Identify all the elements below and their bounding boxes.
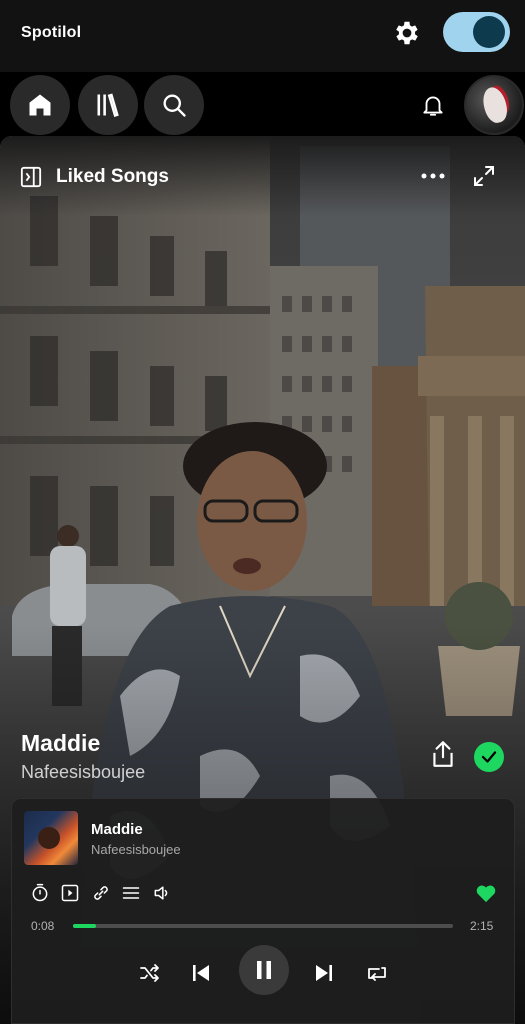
avatar[interactable]	[464, 75, 524, 135]
mini-player-artist: Nafeesisboujee	[91, 842, 181, 857]
mini-player: Maddie Nafeesisboujee 0:08 2:15	[11, 798, 515, 1024]
theme-toggle[interactable]	[443, 12, 510, 52]
sidebar-toggle-icon[interactable]	[20, 166, 42, 188]
playlist-title: Liked Songs	[56, 166, 169, 187]
library-button[interactable]	[78, 75, 138, 135]
progress-fill	[73, 924, 96, 928]
repeat-icon[interactable]	[365, 961, 389, 985]
app-bar: Spotilol	[0, 0, 525, 72]
share-icon[interactable]	[430, 739, 456, 769]
next-icon[interactable]	[312, 961, 336, 985]
toggle-knob	[473, 16, 505, 48]
now-playing-view: Liked Songs Maddie Nafeesisboujee Maddie…	[0, 136, 525, 1024]
track-artist[interactable]: Nafeesisboujee	[21, 762, 145, 783]
gear-icon[interactable]	[392, 18, 422, 48]
heart-icon[interactable]	[475, 883, 497, 903]
video-icon[interactable]	[60, 883, 80, 903]
link-icon[interactable]	[91, 883, 111, 903]
nav-row	[0, 72, 525, 136]
queue-icon[interactable]	[121, 883, 141, 903]
album-cover[interactable]	[24, 811, 78, 865]
pause-button[interactable]	[239, 945, 289, 995]
pause-icon	[257, 961, 271, 979]
search-icon	[163, 94, 186, 117]
shuffle-icon[interactable]	[138, 961, 162, 985]
bell-icon[interactable]	[420, 92, 446, 118]
app-title: Spotilol	[21, 24, 82, 41]
expand-icon[interactable]	[472, 164, 496, 188]
library-icon	[97, 93, 119, 117]
search-button[interactable]	[144, 75, 204, 135]
mini-player-title: Maddie	[91, 821, 143, 838]
more-options-icon[interactable]	[420, 172, 446, 180]
total-time: 2:15	[470, 919, 494, 933]
liked-check-icon[interactable]	[474, 742, 504, 772]
progress-bar[interactable]	[73, 924, 453, 928]
home-icon	[29, 94, 51, 116]
home-button[interactable]	[10, 75, 70, 135]
current-time: 0:08	[31, 919, 55, 933]
track-title: Maddie	[21, 730, 101, 756]
volume-icon[interactable]	[152, 883, 172, 903]
timer-icon[interactable]	[30, 883, 50, 903]
previous-icon[interactable]	[189, 961, 213, 985]
